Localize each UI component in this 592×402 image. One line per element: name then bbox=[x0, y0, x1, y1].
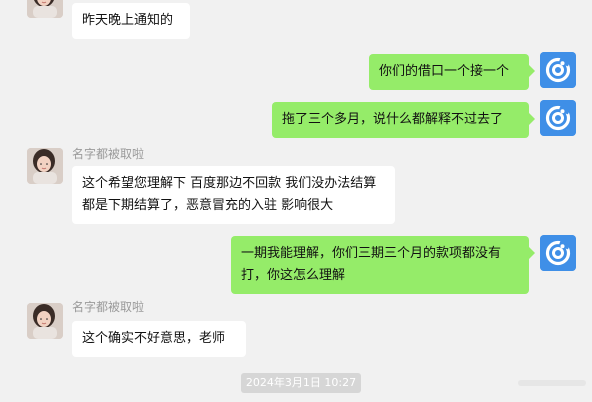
girl-photo-avatar-icon bbox=[27, 303, 63, 339]
message-bubble-outgoing[interactable]: 一期我能理解，你们三期三个月的款项都没有打，你这怎么理解 bbox=[231, 236, 535, 294]
message-bubble-incoming[interactable]: 这个确实不好意思，老师 bbox=[72, 321, 246, 357]
blue-app-logo-icon bbox=[540, 52, 576, 88]
contact-avatar[interactable] bbox=[27, 303, 63, 339]
blue-app-logo-icon bbox=[540, 100, 576, 136]
self-avatar[interactable] bbox=[540, 100, 576, 136]
message-bubble-outgoing[interactable]: 你们的借口一个接一个 bbox=[369, 54, 535, 90]
girl-photo-avatar-icon bbox=[27, 148, 63, 184]
timestamp-badge: 2024年3月1日 10:27 bbox=[241, 373, 361, 393]
message-bubble-incoming[interactable]: 这个希望您理解下 百度那边不回款 我们没办法结算 都是下期结算了，恶意冒充的入驻… bbox=[72, 166, 395, 224]
message-bubble-incoming[interactable]: 昨天晚上通知的 bbox=[72, 3, 190, 39]
sender-name: 名字都被取啦 bbox=[72, 300, 145, 314]
contact-avatar[interactable] bbox=[27, 148, 63, 184]
girl-photo-avatar-icon bbox=[27, 0, 63, 18]
chat-window: 昨天晚上通知的 你们的借口一个接一个 拖了三个多月，说什么都解释不过去了 名字都… bbox=[0, 0, 592, 402]
message-bubble-outgoing[interactable]: 拖了三个多月，说什么都解释不过去了 bbox=[272, 102, 535, 138]
watermark-icon bbox=[518, 380, 586, 386]
sender-name: 名字都被取啦 bbox=[72, 147, 145, 161]
self-avatar[interactable] bbox=[540, 52, 576, 88]
self-avatar[interactable] bbox=[540, 235, 576, 271]
contact-avatar[interactable] bbox=[27, 0, 63, 18]
blue-app-logo-icon bbox=[540, 235, 576, 271]
